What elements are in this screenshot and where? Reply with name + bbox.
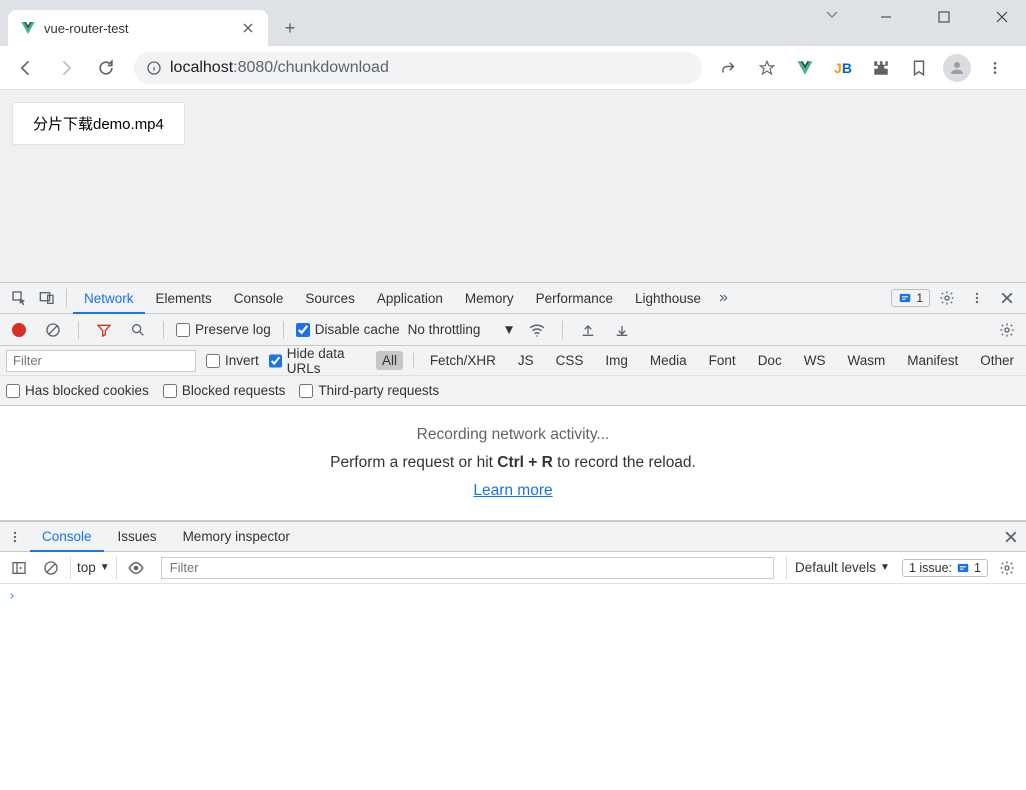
filter-type-css[interactable]: CSS xyxy=(550,351,590,370)
filter-type-all[interactable]: All xyxy=(376,351,403,370)
toolbar-icons: JB xyxy=(712,51,1018,85)
context-select[interactable]: top▼ xyxy=(70,557,117,579)
blocked-requests-checkbox[interactable]: Blocked requests xyxy=(163,383,286,398)
network-filter-bar-2: Has blocked cookies Blocked requests Thi… xyxy=(0,376,1026,406)
maximize-button[interactable] xyxy=(924,2,964,32)
minimize-button[interactable] xyxy=(866,2,906,32)
live-expression-icon[interactable] xyxy=(123,555,149,581)
vue-icon xyxy=(20,20,36,36)
clear-console-icon[interactable] xyxy=(38,555,64,581)
new-tab-button[interactable]: + xyxy=(276,14,304,42)
tab-sources[interactable]: Sources xyxy=(294,283,366,313)
network-toolbar: Preserve log Disable cache No throttling… xyxy=(0,314,1026,346)
back-button[interactable] xyxy=(8,50,44,86)
console-body[interactable]: › xyxy=(0,584,1026,608)
window-controls xyxy=(866,2,1022,32)
bookmark-star-icon[interactable] xyxy=(750,51,784,85)
clear-button[interactable] xyxy=(40,317,66,343)
console-toolbar: top▼ Default levels▼ 1 issue: 1 xyxy=(0,552,1026,584)
reading-list-icon[interactable] xyxy=(902,51,936,85)
empty-title: Recording network activity... xyxy=(417,426,610,444)
throttling-select[interactable]: No throttling▼ xyxy=(408,322,516,337)
network-empty-state: Recording network activity... Perform a … xyxy=(0,406,1026,520)
filter-type-other[interactable]: Other xyxy=(974,351,1020,370)
close-drawer-icon[interactable] xyxy=(998,524,1024,550)
issues-link[interactable]: 1 issue: 1 xyxy=(902,559,988,577)
url-text: localhost:8080/chunkdownload xyxy=(170,59,389,77)
settings-icon[interactable] xyxy=(934,285,960,311)
window-titlebar: vue-router-test + xyxy=(0,0,1026,46)
wifi-icon[interactable] xyxy=(524,317,550,343)
disable-cache-checkbox[interactable]: Disable cache xyxy=(296,322,400,337)
tab-console[interactable]: Console xyxy=(223,283,295,313)
tab-network[interactable]: Network xyxy=(73,283,145,313)
tab-title: vue-router-test xyxy=(44,21,240,36)
filter-type-img[interactable]: Img xyxy=(599,351,634,370)
drawer-tab-console[interactable]: Console xyxy=(30,522,104,551)
search-icon[interactable] xyxy=(125,317,151,343)
empty-subtitle: Perform a request or hit Ctrl + R to rec… xyxy=(330,454,696,472)
network-settings-icon[interactable] xyxy=(994,317,1020,343)
log-levels-select[interactable]: Default levels▼ xyxy=(786,557,890,579)
record-button[interactable] xyxy=(6,317,32,343)
drawer-menu-icon[interactable] xyxy=(2,524,28,550)
blocked-cookies-checkbox[interactable]: Has blocked cookies xyxy=(6,383,149,398)
console-sidebar-toggle-icon[interactable] xyxy=(6,555,32,581)
site-info-icon[interactable] xyxy=(146,60,162,76)
tab-memory[interactable]: Memory xyxy=(454,283,525,313)
close-devtools-icon[interactable] xyxy=(994,285,1020,311)
issues-badge[interactable]: 1 xyxy=(891,289,930,307)
filter-type-font[interactable]: Font xyxy=(703,351,742,370)
download-har-icon[interactable] xyxy=(609,317,635,343)
hide-data-urls-checkbox[interactable]: Hide data URLs xyxy=(269,346,366,376)
console-settings-icon[interactable] xyxy=(994,555,1020,581)
third-party-checkbox[interactable]: Third-party requests xyxy=(299,383,439,398)
tab-elements[interactable]: Elements xyxy=(145,283,223,313)
filter-input[interactable] xyxy=(6,350,196,372)
learn-more-link[interactable]: Learn more xyxy=(473,482,552,500)
address-bar: localhost:8080/chunkdownload JB xyxy=(0,46,1026,90)
tab-close-button[interactable] xyxy=(240,20,256,36)
drawer-tabs: Console Issues Memory inspector xyxy=(0,520,1026,552)
download-button[interactable]: 分片下载demo.mp4 xyxy=(12,102,185,145)
filter-type-js[interactable]: JS xyxy=(512,351,540,370)
tab-search-icon[interactable] xyxy=(824,6,840,22)
vue-extension-icon[interactable] xyxy=(788,51,822,85)
share-icon[interactable] xyxy=(712,51,746,85)
more-tabs-icon[interactable] xyxy=(712,285,738,311)
console-filter-input[interactable] xyxy=(161,557,774,579)
profile-avatar[interactable] xyxy=(940,51,974,85)
drawer-tab-issues[interactable]: Issues xyxy=(106,522,169,551)
filter-type-fetch[interactable]: Fetch/XHR xyxy=(424,351,502,370)
url-field[interactable]: localhost:8080/chunkdownload xyxy=(134,52,702,84)
page-viewport: 分片下载demo.mp4 xyxy=(0,90,1026,282)
devtools-header: Network Elements Console Sources Applica… xyxy=(0,282,1026,314)
network-filter-bar: Invert Hide data URLs All Fetch/XHR JS C… xyxy=(0,346,1026,376)
filter-type-doc[interactable]: Doc xyxy=(752,351,788,370)
forward-button[interactable] xyxy=(48,50,84,86)
close-window-button[interactable] xyxy=(982,2,1022,32)
reload-button[interactable] xyxy=(88,50,124,86)
inspect-element-icon[interactable] xyxy=(6,285,32,311)
invert-checkbox[interactable]: Invert xyxy=(206,353,259,368)
drawer-tab-memory-inspector[interactable]: Memory inspector xyxy=(171,522,302,551)
tab-application[interactable]: Application xyxy=(366,283,454,313)
devtools-tabs: Network Elements Console Sources Applica… xyxy=(73,283,738,313)
tab-performance[interactable]: Performance xyxy=(525,283,624,313)
browser-tab[interactable]: vue-router-test xyxy=(8,10,268,46)
filter-type-ws[interactable]: WS xyxy=(798,351,832,370)
more-options-icon[interactable] xyxy=(964,285,990,311)
preserve-log-checkbox[interactable]: Preserve log xyxy=(176,322,271,337)
extensions-icon[interactable] xyxy=(864,51,898,85)
upload-har-icon[interactable] xyxy=(575,317,601,343)
menu-icon[interactable] xyxy=(978,51,1012,85)
device-toggle-icon[interactable] xyxy=(34,285,60,311)
filter-type-media[interactable]: Media xyxy=(644,351,693,370)
jb-extension-icon[interactable]: JB xyxy=(826,51,860,85)
tab-lighthouse[interactable]: Lighthouse xyxy=(624,283,712,313)
filter-toggle-icon[interactable] xyxy=(91,317,117,343)
filter-type-manifest[interactable]: Manifest xyxy=(901,351,964,370)
console-prompt-icon: › xyxy=(8,589,16,604)
filter-type-wasm[interactable]: Wasm xyxy=(841,351,891,370)
